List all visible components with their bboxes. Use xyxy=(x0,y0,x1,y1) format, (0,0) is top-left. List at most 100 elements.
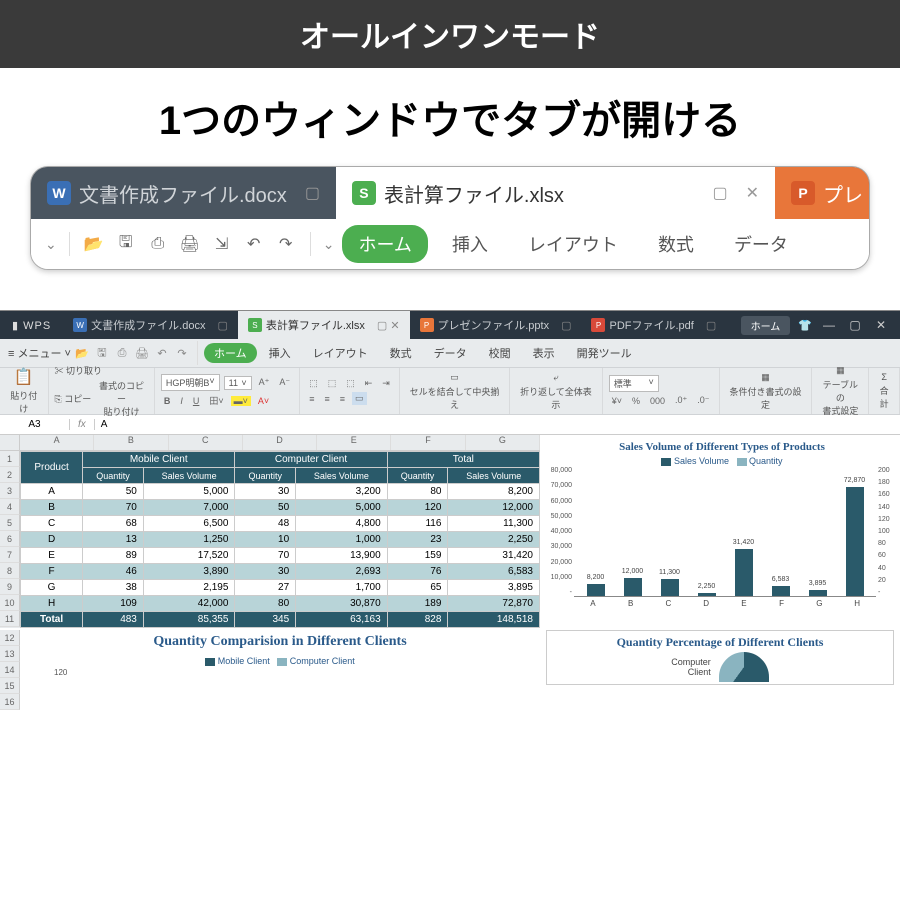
app-tab-pdf[interactable]: PPDFファイル.pdf▢ xyxy=(581,311,726,339)
app-tab-excel[interactable]: S表計算ファイル.xlsx▢ ✕ xyxy=(238,311,410,339)
menu-formula[interactable]: 数式 xyxy=(380,345,422,361)
wrap-group[interactable]: ⤶ 折り返して全体表示 xyxy=(510,368,603,414)
print-icon[interactable]: 🖨 xyxy=(178,232,202,256)
open-icon[interactable]: 📂 xyxy=(73,347,91,360)
paste-icon[interactable]: 📋 xyxy=(14,367,34,387)
italic-button[interactable]: I xyxy=(177,395,186,407)
bold-button[interactable]: B xyxy=(161,395,174,407)
undo-icon[interactable]: ↶ xyxy=(242,232,266,256)
save-icon[interactable]: 🖫 xyxy=(93,344,111,363)
menu-review[interactable]: 校閲 xyxy=(479,345,521,361)
minimize-icon[interactable]: — xyxy=(820,318,838,332)
fx-icon[interactable]: fx xyxy=(70,419,95,430)
cut-button[interactable]: ✂ 切り取り xyxy=(55,364,103,377)
ribbon-home[interactable]: ホーム xyxy=(342,225,427,263)
home-pill[interactable]: ホーム xyxy=(741,316,791,335)
save-icon[interactable]: 🖫 xyxy=(114,232,138,256)
banner: オールインワンモード xyxy=(0,0,900,68)
align-bot[interactable]: ⬚ xyxy=(343,377,358,390)
app-tab-ppt[interactable]: Pプレゼンファイル.pptx▢ xyxy=(410,311,582,339)
merge-icon[interactable]: ▭ xyxy=(352,392,367,405)
ribbon-layout[interactable]: レイアウト xyxy=(512,225,634,263)
indent-inc[interactable]: ⇥ xyxy=(379,377,393,390)
menu-label[interactable]: ≡ メニュー ˅ xyxy=(8,345,71,361)
formula-input[interactable]: A xyxy=(95,419,900,430)
ribbon-data[interactable]: データ xyxy=(718,225,804,263)
undo-icon[interactable]: ↶ xyxy=(153,347,171,360)
close-icon[interactable]: ✕ xyxy=(872,318,890,332)
wrap-icon: ⤶ xyxy=(553,372,558,383)
name-box[interactable]: A3 xyxy=(0,419,70,430)
tab-word[interactable]: W 文書作成ファイル.docx ▢ xyxy=(31,167,336,219)
chevron-down-icon[interactable]: ⌄ xyxy=(45,236,57,253)
format-painter[interactable]: 書式のコピー 貼り付け xyxy=(95,379,148,418)
tab-min-icon[interactable]: ▢ xyxy=(712,183,727,203)
print-icon[interactable]: ⎙ xyxy=(113,347,131,360)
ribbon-formula[interactable]: 数式 xyxy=(642,225,710,263)
menu-view[interactable]: 表示 xyxy=(523,345,565,361)
column-headers: A B C D E F G xyxy=(0,435,540,451)
indent-dec[interactable]: ⇤ xyxy=(362,377,376,390)
redo-icon[interactable]: ↷ xyxy=(173,347,191,360)
underline-button[interactable]: U xyxy=(190,395,203,407)
paste-group: 📋 貼り付け xyxy=(0,368,49,414)
open-icon[interactable]: 📂 xyxy=(82,232,106,256)
chart-quantity-comparison[interactable]: Quantity Comparision in Different Client… xyxy=(20,630,540,710)
presentation-icon: P xyxy=(791,181,815,205)
copy-button[interactable]: ⎘ コピー xyxy=(55,392,92,405)
menu-dev[interactable]: 開発ツール xyxy=(567,345,642,361)
magnified-view: W 文書作成ファイル.docx ▢ S 表計算ファイル.xlsx ▢ ✕ P プ… xyxy=(30,166,870,270)
merge-group[interactable]: ▭ セルを結合して中央揃え xyxy=(400,368,510,414)
menu-data[interactable]: データ xyxy=(424,345,477,361)
tab-min-icon[interactable]: ▢ xyxy=(305,183,320,203)
table-icon: ▦ xyxy=(836,365,845,376)
menu-home[interactable]: ホーム xyxy=(204,343,257,363)
number-format[interactable]: 標準˅ xyxy=(609,375,659,392)
fill-color[interactable]: ▬˅ xyxy=(231,396,251,406)
align-top[interactable]: ⬚ xyxy=(306,377,321,390)
border-button[interactable]: 田˅ xyxy=(206,393,226,408)
font-color[interactable]: A˅ xyxy=(255,395,272,407)
cond-format[interactable]: ▦ 条件付き書式の設定 xyxy=(720,368,813,414)
app-window: ▮ WPS W文書作成ファイル.docx▢ S表計算ファイル.xlsx▢ ✕ P… xyxy=(0,310,900,710)
print-icon[interactable]: 🖨 xyxy=(133,347,151,360)
close-icon[interactable]: ✕ xyxy=(746,183,759,203)
formula-bar: A3 fx A xyxy=(0,415,900,435)
print-preview-icon[interactable]: ⎙ xyxy=(146,232,170,256)
align-right[interactable]: ≡ xyxy=(337,393,348,405)
align-left[interactable]: ≡ xyxy=(306,393,317,405)
align-center[interactable]: ≡ xyxy=(321,393,332,405)
tab-ppt-label: プレ xyxy=(823,179,863,208)
app-tab-word[interactable]: W文書作成ファイル.docx▢ xyxy=(63,311,238,339)
menu-insert[interactable]: 挿入 xyxy=(259,345,301,361)
chart-sales-volume[interactable]: Sales Volume of Different Types of Produ… xyxy=(540,435,900,628)
sum-group[interactable]: Σ 合計 xyxy=(869,368,900,414)
sheet-area: A B C D E F G 1234567891011 Product Mobi… xyxy=(0,435,900,628)
redo-icon[interactable]: ↷ xyxy=(274,232,298,256)
align-mid[interactable]: ⬚ xyxy=(325,377,340,390)
tab-ppt[interactable]: P プレ xyxy=(775,167,869,219)
chevron-down-icon[interactable]: ⌄ xyxy=(323,236,335,253)
menu-bar: ≡ メニュー ˅ 📂 🖫 ⎙ 🖨 ↶ ↷ ホーム 挿入 レイアウト 数式 データ… xyxy=(0,339,900,367)
app-tabs: ▮ WPS W文書作成ファイル.docx▢ S表計算ファイル.xlsx▢ ✕ P… xyxy=(0,311,900,339)
maximize-icon[interactable]: ▢ xyxy=(846,318,864,332)
align-group: ⬚⬚⬚ ⇤⇥ ≡≡≡ ▭ xyxy=(300,368,400,414)
shrink-font[interactable]: A⁻ xyxy=(276,376,293,389)
merge-icon: ▭ xyxy=(450,372,459,383)
font-name-select[interactable]: HGP明朝B˅ xyxy=(161,374,220,391)
data-table[interactable]: Product Mobile Client Computer Client To… xyxy=(20,451,540,628)
table-format[interactable]: ▦ テーブルの 書式設定 xyxy=(812,368,869,414)
chart-quantity-percentage[interactable]: Quantity Percentage of Different Clients… xyxy=(546,630,894,685)
row-headers: 1234567891011 xyxy=(0,451,20,628)
font-size-select[interactable]: 11˅ xyxy=(224,376,252,390)
skin-icon[interactable]: 👕 xyxy=(798,319,812,332)
word-icon: W xyxy=(73,318,87,332)
menu-layout[interactable]: レイアウト xyxy=(303,345,378,361)
grow-font[interactable]: A⁺ xyxy=(256,376,273,389)
word-icon: W xyxy=(47,181,71,205)
magnified-toolbar: ⌄ 📂 🖫 ⎙ 🖨 ⇲ ↶ ↷ ⌄ ホーム 挿入 レイアウト 数式 データ xyxy=(31,219,869,269)
tab-excel-active[interactable]: S 表計算ファイル.xlsx ▢ ✕ xyxy=(336,167,775,219)
export-icon[interactable]: ⇲ xyxy=(210,232,234,256)
magnified-tabs: W 文書作成ファイル.docx ▢ S 表計算ファイル.xlsx ▢ ✕ P プ… xyxy=(31,167,869,219)
ribbon-insert[interactable]: 挿入 xyxy=(436,225,504,263)
